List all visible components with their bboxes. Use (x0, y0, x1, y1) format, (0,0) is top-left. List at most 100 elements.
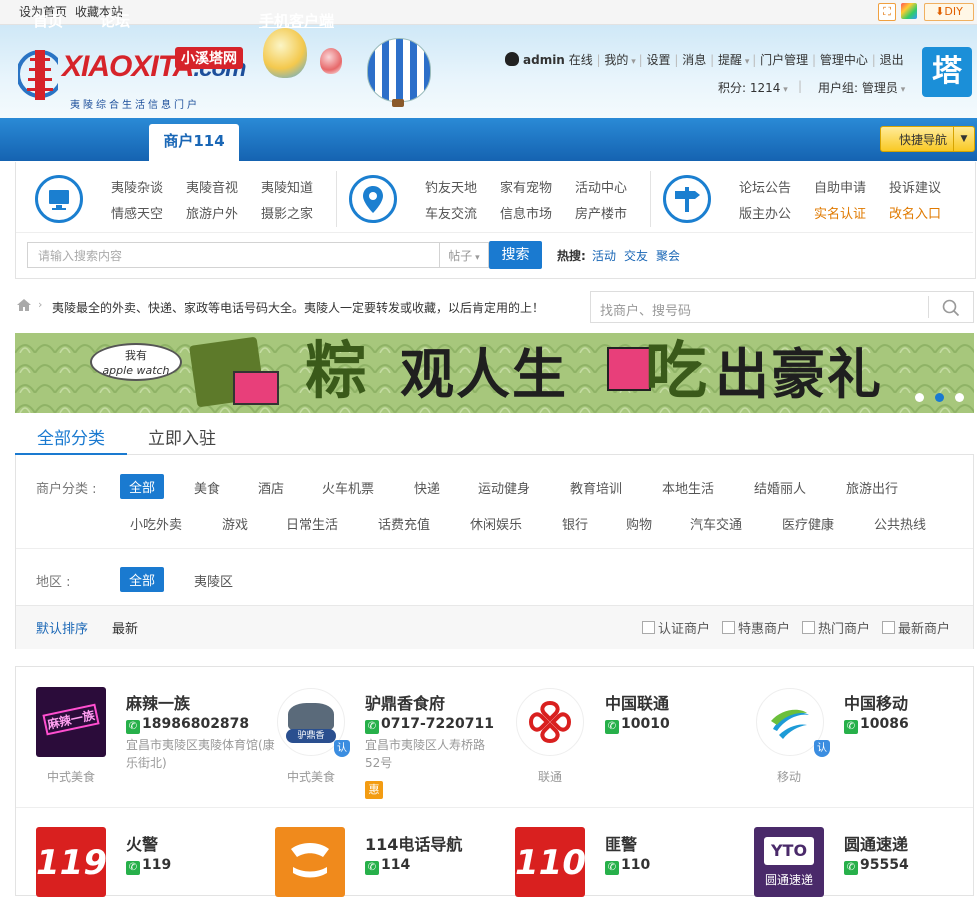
category-link[interactable]: 投诉建议 (889, 177, 941, 196)
category-link[interactable]: 旅游户外 (186, 203, 238, 222)
merchant-name[interactable]: 114电话导航 (365, 831, 462, 855)
home-icon[interactable] (16, 298, 32, 312)
logo-badge: 小溪塔网 (175, 47, 243, 69)
category-link[interactable]: 改名入口 (889, 203, 941, 222)
merchant-thumbnail[interactable] (275, 827, 345, 897)
category-link[interactable]: 信息市场 (500, 203, 552, 222)
donkey-mascot (288, 703, 334, 731)
chevron-down-icon: ▾ (897, 85, 906, 95)
portal-admin-link[interactable]: 门户管理 (760, 53, 808, 67)
nav-home[interactable]: 首页 (33, 0, 63, 43)
category-link[interactable]: 情感天空 (111, 203, 163, 222)
shop-search-input[interactable]: 找商户、搜号码 (600, 300, 691, 319)
promo-banner[interactable]: 我有 apple watch 粽 观人生 吃 出豪礼 (15, 333, 974, 413)
category-link[interactable]: 实名认证 (814, 203, 866, 222)
merchant-name[interactable]: 麻辣一族 (126, 690, 190, 714)
category-filter-option[interactable]: 快递 (414, 478, 440, 497)
area-filter-option[interactable]: 全部 (120, 567, 165, 592)
divider (650, 171, 651, 227)
points-display[interactable]: 积分: 1214 ▾ (718, 79, 788, 96)
search-icon[interactable] (942, 299, 960, 317)
category-link[interactable]: 钓友天地 (425, 177, 477, 196)
category-filter-option[interactable]: 全部 (120, 474, 165, 499)
merchant-thumbnail[interactable]: 119 (36, 827, 106, 897)
nav-forum[interactable]: 论坛 (100, 0, 130, 43)
search-button[interactable]: 搜索 (489, 241, 542, 269)
new-merchant-checkbox[interactable] (882, 621, 895, 634)
verified-merchant-checkbox[interactable] (642, 621, 655, 634)
category-filter-option[interactable]: 购物 (626, 514, 652, 533)
reminders-link[interactable]: 提醒 (718, 53, 742, 67)
verified-badge: 认 (814, 740, 830, 757)
merchant-thumbnail[interactable] (516, 688, 584, 756)
category-filter-option[interactable]: 休闲娱乐 (470, 514, 522, 533)
merchant-thumbnail[interactable]: YTO 圆通速递 (754, 827, 824, 897)
category-filter-option[interactable]: 汽车交通 (690, 514, 742, 533)
sort-newest[interactable]: 最新 (112, 618, 138, 637)
settings-link[interactable]: 设置 (647, 53, 671, 67)
discount-merchant-checkbox[interactable] (722, 621, 735, 634)
category-filter-option[interactable]: 火车机票 (322, 478, 374, 497)
username-link[interactable]: admin (523, 53, 565, 67)
category-link[interactable]: 自助申请 (814, 177, 866, 196)
category-filter-option[interactable]: 银行 (562, 514, 588, 533)
category-link[interactable]: 夷陵音视 (186, 177, 238, 196)
tab-join-now[interactable]: 立即入驻 (148, 424, 216, 449)
category-filter-option[interactable]: 旅游出行 (846, 478, 898, 497)
category-link[interactable]: 家有宠物 (500, 177, 552, 196)
category-filter-option[interactable]: 日常生活 (286, 514, 338, 533)
hot-search-link[interactable]: 聚会 (656, 247, 680, 264)
yto-logo-icon: YTO (764, 837, 814, 865)
merchant-thumbnail[interactable]: 110 (515, 827, 585, 897)
messages-link[interactable]: 消息 (682, 53, 706, 67)
category-filter-option[interactable]: 小吃外卖 (130, 514, 182, 533)
category-link[interactable]: 夷陵杂谈 (111, 177, 163, 196)
tower-avatar[interactable]: 塔 (922, 47, 972, 97)
nav-mobile-client[interactable]: 手机客户端 (259, 0, 334, 43)
category-link[interactable]: 活动中心 (575, 177, 627, 196)
quick-nav-button[interactable]: 快捷导航 ▼ (880, 126, 975, 152)
category-link[interactable]: 房产楼市 (575, 203, 627, 222)
category-link[interactable]: 摄影之家 (261, 203, 313, 222)
category-link[interactable]: 版主办公 (739, 203, 791, 222)
search-input[interactable]: 请输入搜索内容 (27, 242, 439, 268)
carousel-dot[interactable] (915, 393, 924, 402)
merchant-name[interactable]: 圆通速递 (844, 831, 908, 855)
category-filter-option[interactable]: 教育培训 (570, 478, 622, 497)
admin-center-link[interactable]: 管理中心 (820, 53, 868, 67)
category-filter-option[interactable]: 话费充值 (378, 514, 430, 533)
tab-all-categories[interactable]: 全部分类 (15, 424, 127, 455)
nav-merchant114[interactable]: 商户114 (149, 124, 239, 161)
my-link[interactable]: 我的 (604, 53, 628, 67)
category-filter-option[interactable]: 公共热线 (874, 514, 926, 533)
area-filter-option[interactable]: 夷陵区 (194, 571, 233, 590)
category-filter-option[interactable]: 结婚丽人 (754, 478, 806, 497)
carousel-dot[interactable] (955, 393, 964, 402)
category-filter-option[interactable]: 酒店 (258, 478, 284, 497)
carousel-dot[interactable] (935, 393, 944, 402)
merchant-name[interactable]: 火警 (126, 831, 158, 855)
category-filter-option[interactable]: 美食 (194, 478, 220, 497)
search-type-select[interactable]: 帖子 ▾ (439, 242, 489, 268)
user-group-display[interactable]: 用户组: 管理员 ▾ (818, 79, 905, 96)
category-filter-option[interactable]: 游戏 (222, 514, 248, 533)
merchant-name[interactable]: 匪警 (605, 831, 637, 855)
category-link[interactable]: 车友交流 (425, 203, 477, 222)
merchant-name[interactable]: 中国联通 (605, 690, 669, 714)
category-link[interactable]: 论坛公告 (739, 177, 791, 196)
hot-search-link[interactable]: 活动 (592, 247, 616, 264)
category-filter-option[interactable]: 医疗健康 (782, 514, 834, 533)
fullscreen-icon[interactable]: ⛶ (878, 3, 896, 21)
diy-button[interactable]: ⬇DIY (924, 3, 974, 21)
logout-link[interactable]: 退出 (880, 53, 904, 67)
hot-merchant-checkbox[interactable] (802, 621, 815, 634)
merchant-thumbnail[interactable]: 麻辣一族 (36, 687, 106, 757)
category-filter-option[interactable]: 运动健身 (478, 478, 530, 497)
merchant-name[interactable]: 驴鼎香食府 (365, 690, 445, 714)
merchant-name[interactable]: 中国移动 (844, 690, 908, 714)
category-link[interactable]: 夷陵知道 (261, 177, 313, 196)
category-filter-option[interactable]: 本地生活 (662, 478, 714, 497)
hot-search-link[interactable]: 交友 (624, 247, 648, 264)
theme-icon[interactable] (901, 3, 917, 19)
sort-default[interactable]: 默认排序 (36, 618, 88, 637)
